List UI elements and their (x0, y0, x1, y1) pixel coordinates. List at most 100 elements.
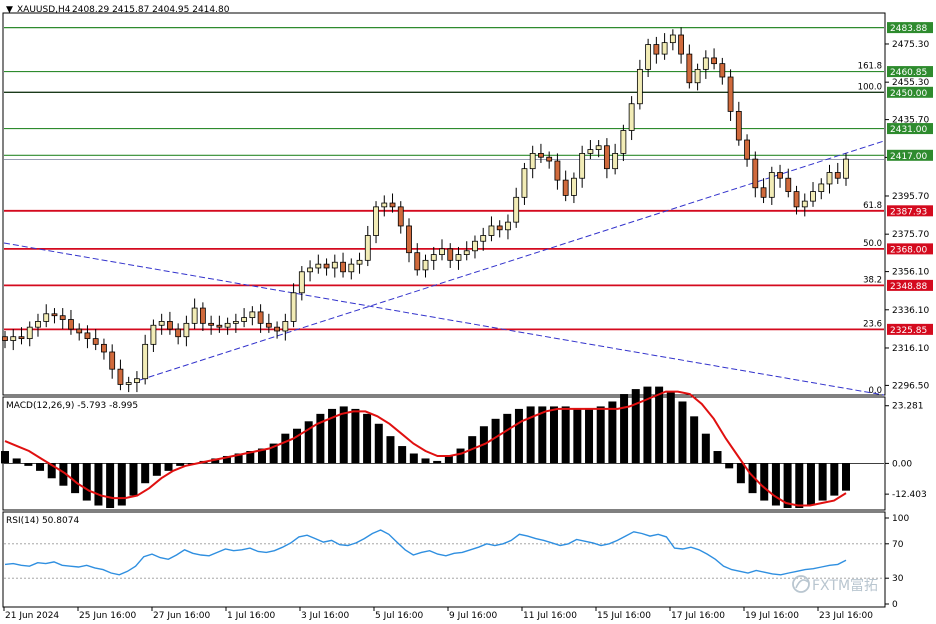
candle-body (142, 343, 149, 380)
time-tick-label: 11 Jul 16:00 (523, 611, 577, 621)
time-axis: 21 Jun 2024 25 Jun 16:00 27 Jun 16:00 1 Jul… (3, 607, 873, 621)
candle-body (43, 313, 50, 322)
macd-bar (24, 463, 33, 466)
price-tick-label: 2455.30 (892, 78, 929, 88)
candle-body (538, 152, 544, 158)
rsi-tick-label: 30 (892, 574, 904, 584)
candle-body (92, 338, 99, 345)
time-tick-label: 9 Jul 16:00 (449, 611, 498, 621)
candle-body (191, 307, 198, 324)
fib-ratio-label: 23.6 (863, 319, 882, 329)
macd-bar (666, 391, 675, 464)
candle-body (447, 248, 454, 261)
candle-body (282, 321, 289, 332)
candle-body (422, 259, 429, 271)
rsi-axis: 100 70 30 0 (885, 514, 909, 610)
price-tick-label: 2395.70 (892, 192, 929, 202)
candle-body (406, 225, 412, 254)
candle-body (818, 183, 825, 192)
macd-axis: 23.281 0.00 -12.403 (885, 402, 927, 500)
candle-body (702, 57, 709, 70)
level-tag-label: 2417.00 (890, 152, 927, 162)
candle-body (224, 322, 231, 328)
candle-body (150, 324, 157, 345)
candle-body (175, 328, 182, 338)
macd-bar (117, 463, 126, 506)
candle-body (636, 68, 643, 105)
candle-body (480, 235, 487, 242)
macd-bar (363, 413, 372, 464)
candle-body (59, 315, 66, 320)
price-tick-label: 2475.30 (892, 40, 929, 50)
candle-body (389, 202, 396, 208)
candle-body (505, 221, 511, 231)
rsi-pane[interactable] (2, 511, 886, 608)
candle-body (397, 206, 404, 227)
candle-body (595, 145, 602, 150)
candle-body (455, 254, 462, 261)
candle-body (68, 319, 74, 330)
ohlc-values: 2408.29 2415.87 2404.95 2414.80 (72, 5, 230, 15)
trading-chart[interactable]: 161.8 100.0 61.8 50.0 38.2 23.6 0.0 2475.30 245… (0, 0, 936, 624)
candle-body (117, 368, 124, 385)
candle-body (513, 196, 520, 223)
candle-body (257, 311, 264, 324)
price-tick-label: 2296.50 (892, 381, 929, 391)
price-pane[interactable] (2, 12, 886, 396)
fib-ratio-label: 0.0 (868, 386, 882, 396)
candle-body (620, 130, 627, 154)
candle-body (529, 152, 536, 170)
candle-body (669, 34, 676, 44)
macd-bar (561, 406, 570, 464)
fib-ratio-label: 100.0 (858, 82, 882, 92)
macd-tick-label: 23.281 (892, 402, 924, 412)
time-tick-label: 21 Jun 2024 (5, 611, 59, 621)
macd-bar (842, 463, 850, 491)
rsi-tick-label: 100 (892, 514, 909, 524)
macd-bar (701, 433, 710, 464)
candle-body (414, 252, 421, 271)
price-tick-label: 2356.10 (892, 268, 929, 278)
candle-body (101, 343, 107, 353)
macd-bar (12, 458, 21, 464)
macd-bar (141, 463, 150, 484)
macd-bar (514, 408, 523, 464)
level-tag-label: 2348.88 (890, 282, 927, 292)
macd-bar (409, 453, 418, 464)
time-tick-label: 25 Jun 16:00 (79, 611, 136, 621)
macd-bar (736, 463, 745, 484)
price-tick-label: 2375.70 (892, 230, 929, 240)
level-tag-label: 2450.00 (890, 89, 927, 99)
candle-body (331, 261, 338, 269)
candle-body (26, 326, 33, 340)
candle-body (843, 158, 849, 179)
candle-body (2, 336, 8, 341)
time-tick-label: 19 Jul 16:00 (745, 611, 799, 621)
candle-body (711, 57, 717, 65)
macd-bar (94, 463, 103, 506)
candle-body (793, 191, 800, 208)
macd-bar (433, 460, 442, 464)
macd-bar (1, 451, 9, 464)
macd-bar (620, 394, 629, 464)
candle-body (381, 202, 388, 208)
symbol-label: XAUUSD,H4 (17, 5, 71, 15)
menu-icon[interactable]: ▼ (6, 5, 13, 15)
macd-bar (713, 451, 722, 464)
macd-bar (830, 463, 839, 496)
candle-body (826, 172, 833, 185)
candle-body (84, 332, 91, 340)
time-tick-label: 3 Jul 16:00 (301, 611, 350, 621)
macd-bar (608, 401, 617, 464)
time-tick-label: 27 Jun 16:00 (153, 611, 210, 621)
macd-bar (421, 458, 430, 464)
level-tag-label: 2368.00 (890, 245, 927, 255)
candle-body (834, 172, 841, 179)
candle-body (785, 177, 792, 192)
candle-body (76, 328, 83, 334)
candle-body (348, 263, 355, 273)
candle-body (323, 263, 330, 269)
candle-body (587, 149, 594, 154)
candle-body (18, 336, 25, 340)
candle-body (571, 177, 577, 196)
